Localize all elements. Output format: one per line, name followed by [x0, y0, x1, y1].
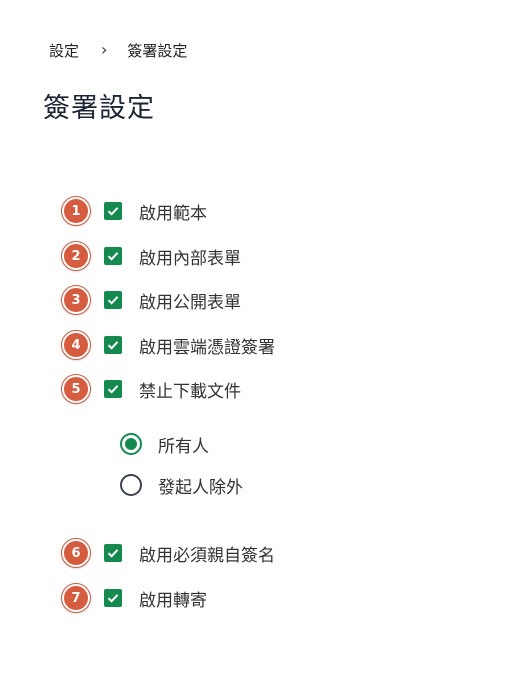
enable-public-forms-checkbox[interactable] [104, 291, 122, 309]
checkmark-icon [107, 296, 119, 305]
step-badge: 4 [62, 331, 90, 359]
step-badge: 7 [62, 584, 90, 612]
enable-internal-forms-checkbox[interactable] [104, 247, 122, 265]
radio-everyone-label: 所有人 [158, 436, 209, 457]
disable-download-checkbox[interactable] [104, 380, 122, 398]
enable-forwarding-label: 啟用轉寄 [139, 590, 207, 611]
breadcrumb-settings-link[interactable]: 設定 [49, 40, 79, 61]
checkmark-icon [107, 207, 119, 216]
enable-cloud-cert-signing-checkbox[interactable] [104, 336, 122, 354]
enable-templates-label: 啟用範本 [139, 203, 207, 224]
step-badge: 3 [62, 286, 90, 314]
step-badge: 2 [62, 242, 90, 270]
checkmark-icon [107, 252, 119, 261]
checkmark-icon [107, 341, 119, 350]
checkmark-icon [107, 594, 119, 603]
radio-everyone[interactable] [120, 433, 142, 455]
radio-selected-dot [125, 438, 137, 450]
checkmark-icon [107, 549, 119, 558]
enable-cloud-cert-signing-label: 啟用雲端憑證簽署 [139, 337, 275, 358]
step-badge: 5 [62, 375, 90, 403]
breadcrumb: 設定 › 簽署設定 [49, 39, 187, 61]
radio-except-initiator[interactable] [120, 474, 142, 496]
require-personal-signature-label: 啟用必須親自簽名 [139, 545, 275, 566]
enable-public-forms-label: 啟用公開表單 [139, 292, 241, 313]
radio-except-initiator-label: 發起人除外 [158, 477, 243, 498]
step-badge: 6 [62, 539, 90, 567]
enable-templates-checkbox[interactable] [104, 202, 122, 220]
page-title: 簽署設定 [43, 93, 155, 124]
download-scope-except-initiator[interactable]: 發起人除外 [120, 472, 243, 498]
disable-download-label: 禁止下載文件 [139, 381, 241, 402]
enable-internal-forms-label: 啟用內部表單 [139, 248, 241, 269]
enable-forwarding-checkbox[interactable] [104, 589, 122, 607]
download-scope-everyone[interactable]: 所有人 [120, 431, 209, 457]
breadcrumb-current: 簽署設定 [127, 41, 188, 60]
require-personal-signature-checkbox[interactable] [104, 544, 122, 562]
checkmark-icon [107, 385, 119, 394]
step-badge: 1 [62, 197, 90, 225]
chevron-right-icon: › [101, 40, 108, 59]
